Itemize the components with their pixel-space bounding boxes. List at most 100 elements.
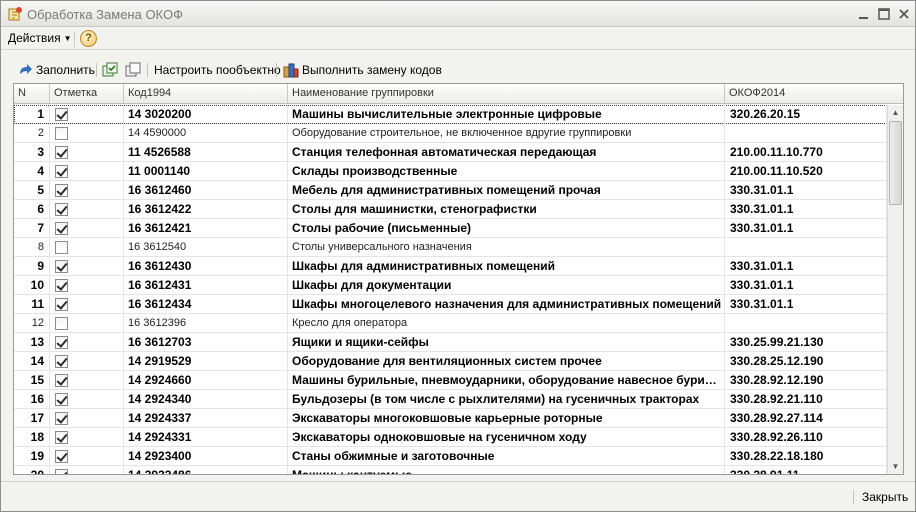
okof2014-cell[interactable]: 330.31.01.1 <box>725 219 887 238</box>
okof2014-cell[interactable]: 210.00.11.10.520 <box>725 162 887 181</box>
group-name-cell[interactable]: Шкафы для документации <box>288 276 725 295</box>
mark-checkbox[interactable] <box>55 412 68 425</box>
mark-checkbox[interactable] <box>55 127 68 140</box>
scroll-up-icon[interactable]: ▲ <box>888 105 903 120</box>
okof2014-cell[interactable]: 210.00.11.10.770 <box>725 143 887 162</box>
table-row[interactable]: 2 14 4590000 Оборудование строительное, не… <box>14 124 887 143</box>
uncheck-all-button[interactable] <box>125 61 141 79</box>
okof2014-cell[interactable]: 320.26.20.15 <box>725 105 887 124</box>
table-row[interactable]: 17 14 2924337 Экскаваторы многоковшовые ка… <box>14 409 887 428</box>
okof2014-cell[interactable]: 330.28.92.26.110 <box>725 428 887 447</box>
mark-checkbox[interactable] <box>55 241 68 254</box>
mark-checkbox[interactable] <box>55 336 68 349</box>
table-row[interactable]: 11 16 3612434 Шкафы многоцелевого назначен… <box>14 295 887 314</box>
code1994-cell[interactable]: 11 0001140 <box>124 162 288 181</box>
group-name-cell[interactable]: Машины вычислительные электронные цифров… <box>288 105 725 124</box>
code1994-cell[interactable]: 14 2923400 <box>124 447 288 466</box>
configure-per-object-button[interactable]: Настроить пообъектно <box>154 61 281 79</box>
table-row[interactable]: 15 14 2924660 Машины бурильные, пневмоудар… <box>14 371 887 390</box>
group-name-cell[interactable]: Мебель для административных помещений пр… <box>288 181 725 200</box>
column-header-code1994[interactable]: Код1994 <box>124 84 288 104</box>
group-name-cell[interactable]: Склады производственные <box>288 162 725 181</box>
okof2014-cell[interactable]: 330.31.01.1 <box>725 295 887 314</box>
code1994-cell[interactable]: 11 4526588 <box>124 143 288 162</box>
group-name-cell[interactable]: Машины кантуемые <box>288 466 725 474</box>
code1994-cell[interactable]: 16 3612430 <box>124 257 288 276</box>
table-row[interactable]: 8 16 3612540 Столы универсального назначен… <box>14 238 887 257</box>
okof2014-cell[interactable] <box>725 124 887 143</box>
okof2014-cell[interactable]: 330.28.25.12.190 <box>725 352 887 371</box>
okof2014-cell[interactable]: 330.28.92.12.190 <box>725 371 887 390</box>
mark-checkbox[interactable] <box>55 355 68 368</box>
group-name-cell[interactable]: Машины бурильные, пневмоударники, оборуд… <box>288 371 725 390</box>
okof2014-cell[interactable]: 330.31.01.1 <box>725 257 887 276</box>
help-button[interactable]: ? <box>80 30 97 47</box>
mark-checkbox[interactable] <box>55 393 68 406</box>
mark-checkbox[interactable] <box>55 431 68 444</box>
okof2014-cell[interactable]: 330.31.01.1 <box>725 200 887 219</box>
table-row[interactable]: 3 11 4526588 Станция телефонная автоматиче… <box>14 143 887 162</box>
okof-table[interactable]: N Отметка Код1994 Наименование группиров… <box>13 83 904 475</box>
maximize-icon[interactable] <box>876 6 892 22</box>
group-name-cell[interactable]: Столы универсального назначения <box>288 238 725 257</box>
okof2014-cell[interactable]: 330.28.22.18.180 <box>725 447 887 466</box>
group-name-cell[interactable]: Шкафы для административных помещений <box>288 257 725 276</box>
table-row[interactable]: 7 16 3612421 Столы рабочие (письменные) 330… <box>14 219 887 238</box>
group-name-cell[interactable]: Кресло для оператора <box>288 314 725 333</box>
code1994-cell[interactable]: 14 2924660 <box>124 371 288 390</box>
column-header-n[interactable]: N <box>14 84 50 104</box>
execute-replace-button[interactable]: Выполнить замену кодов <box>283 61 442 79</box>
minimize-icon[interactable] <box>856 6 872 22</box>
mark-checkbox[interactable] <box>55 374 68 387</box>
okof2014-cell[interactable]: 330.31.01.1 <box>725 276 887 295</box>
code1994-cell[interactable]: 16 3612434 <box>124 295 288 314</box>
okof2014-cell[interactable] <box>725 238 887 257</box>
mark-checkbox[interactable] <box>55 203 68 216</box>
column-header-mark[interactable]: Отметка <box>50 84 124 104</box>
table-row[interactable]: 12 16 3612396 Кресло для оператора <box>14 314 887 333</box>
code1994-cell[interactable]: 16 3612703 <box>124 333 288 352</box>
mark-checkbox[interactable] <box>55 317 68 330</box>
code1994-cell[interactable]: 16 3612396 <box>124 314 288 333</box>
group-name-cell[interactable]: Бульдозеры (в том числе с рыхлителями) н… <box>288 390 725 409</box>
okof2014-cell[interactable] <box>725 314 887 333</box>
okof2014-cell[interactable]: 330.31.01.1 <box>725 181 887 200</box>
mark-checkbox[interactable] <box>55 222 68 235</box>
group-name-cell[interactable]: Столы для машинистки, стенографистки <box>288 200 725 219</box>
okof2014-cell[interactable]: 330.28.91.11 <box>725 466 887 474</box>
close-button[interactable]: Закрыть <box>862 490 908 504</box>
code1994-cell[interactable]: 14 2924340 <box>124 390 288 409</box>
table-row[interactable]: 10 16 3612431 Шкафы для документации 330.31… <box>14 276 887 295</box>
group-name-cell[interactable]: Столы рабочие (письменные) <box>288 219 725 238</box>
group-name-cell[interactable]: Оборудование строительное, не включенное… <box>288 124 725 143</box>
mark-checkbox[interactable] <box>55 450 68 463</box>
group-name-cell[interactable]: Экскаваторы одноковшовые на гусеничном х… <box>288 428 725 447</box>
code1994-cell[interactable]: 14 2924331 <box>124 428 288 447</box>
mark-checkbox[interactable] <box>55 165 68 178</box>
column-header-okof2014[interactable]: ОКОФ2014 <box>725 84 903 104</box>
code1994-cell[interactable]: 16 3612540 <box>124 238 288 257</box>
table-row[interactable]: 19 14 2923400 Станы обжимные и заготовочны… <box>14 447 887 466</box>
group-name-cell[interactable]: Оборудование для вентиляционных систем п… <box>288 352 725 371</box>
table-row[interactable]: 20 14 2923486Машины кантуемые330.28.91.11 <box>14 466 887 474</box>
fill-button[interactable]: Заполнить <box>17 61 95 79</box>
code1994-cell[interactable]: 14 3020200 <box>124 105 288 124</box>
mark-checkbox[interactable] <box>55 298 68 311</box>
group-name-cell[interactable]: Ящики и ящики-сейфы <box>288 333 725 352</box>
table-row[interactable]: 1 14 3020200 Машины вычислительные электро… <box>14 105 887 124</box>
mark-checkbox[interactable] <box>55 260 68 273</box>
mark-checkbox[interactable] <box>55 108 68 121</box>
okof2014-cell[interactable]: 330.28.92.21.110 <box>725 390 887 409</box>
table-row[interactable]: 18 14 2924331 Экскаваторы одноковшовые на … <box>14 428 887 447</box>
code1994-cell[interactable]: 16 3612460 <box>124 181 288 200</box>
group-name-cell[interactable]: Станы обжимные и заготовочные <box>288 447 725 466</box>
okof2014-cell[interactable]: 330.28.92.27.114 <box>725 409 887 428</box>
table-row[interactable]: 9 16 3612430 Шкафы для административных по… <box>14 257 887 276</box>
table-row[interactable]: 13 16 3612703 Ящики и ящики-сейфы 330.25.99… <box>14 333 887 352</box>
check-all-button[interactable] <box>102 61 118 79</box>
scrollbar-thumb[interactable] <box>889 121 902 205</box>
code1994-cell[interactable]: 14 2919529 <box>124 352 288 371</box>
actions-menu[interactable]: Действия ▼ <box>8 31 72 47</box>
table-row[interactable]: 4 11 0001140 Склады производственные 210.00… <box>14 162 887 181</box>
code1994-cell[interactable]: 14 2923486 <box>124 466 288 474</box>
